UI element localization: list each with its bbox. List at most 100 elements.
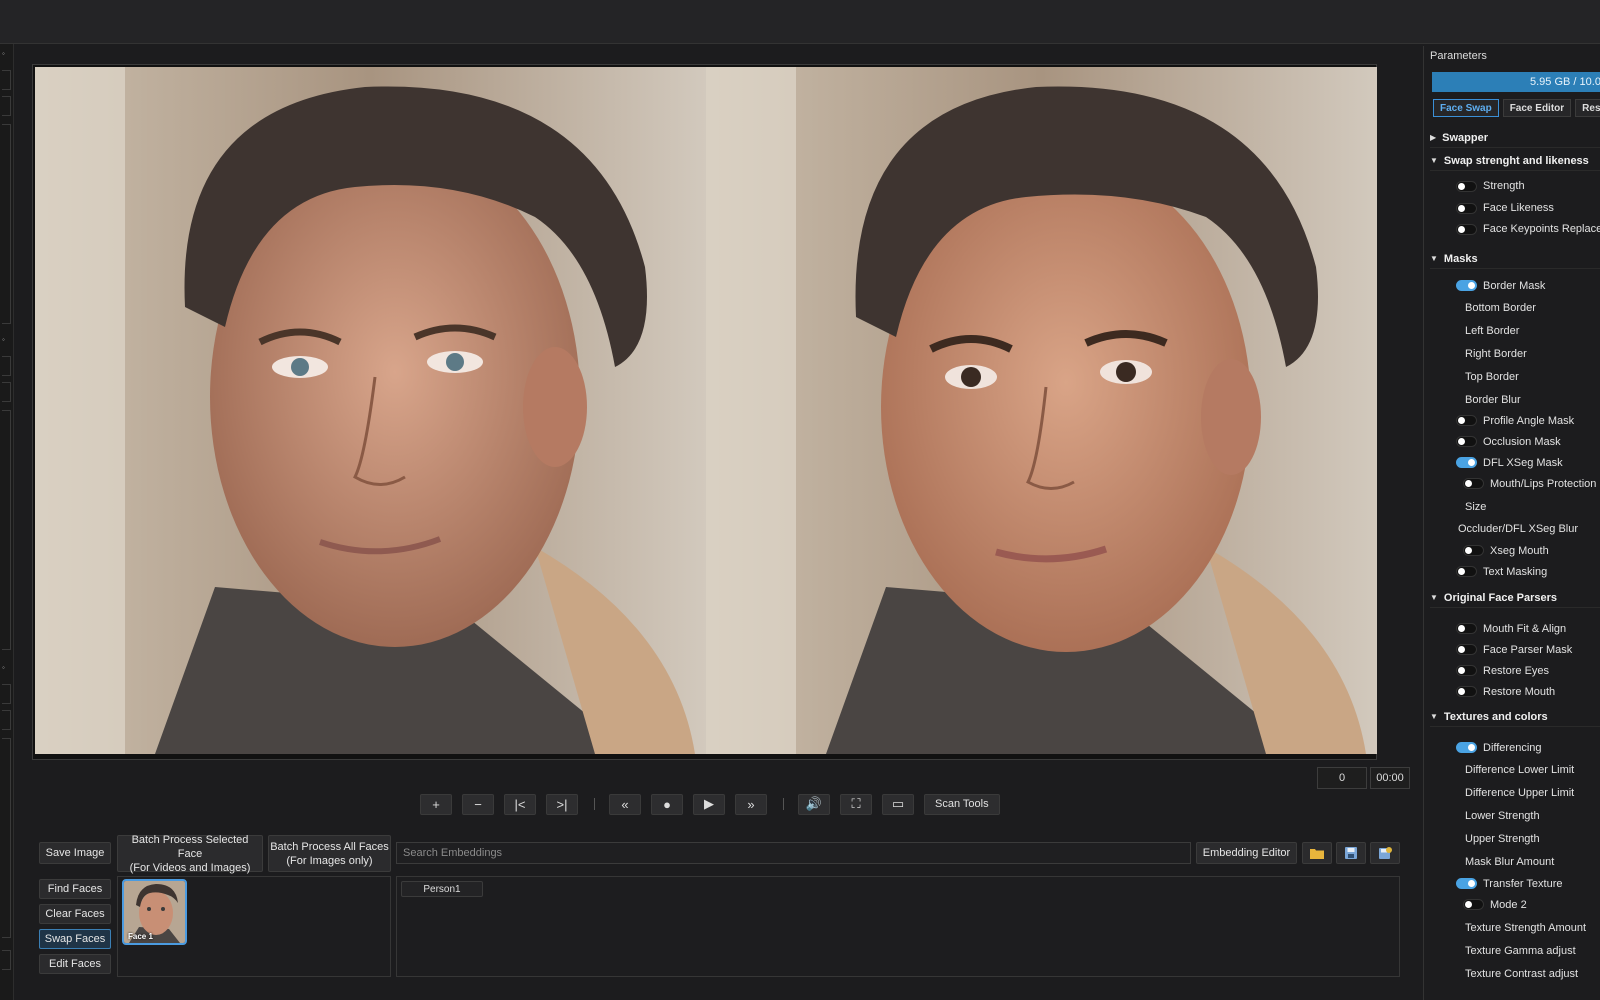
open-embeddings-button[interactable] [1302, 842, 1332, 864]
dock-tab[interactable] [2, 738, 11, 938]
play-button[interactable]: ▶ [693, 793, 725, 815]
collapse-arrow-icon: ▼ [1430, 712, 1438, 721]
folder-icon [1310, 849, 1324, 859]
texture-contrast-slider[interactable]: Texture Contrast adjust [1465, 968, 1600, 980]
texture-gamma-slider[interactable]: Texture Gamma adjust [1465, 945, 1600, 957]
volume-button[interactable]: 🔊 [798, 793, 830, 815]
media-viewer[interactable] [32, 64, 1377, 760]
save-embeddings-button[interactable] [1336, 842, 1366, 864]
dock-pin-icon[interactable]: ◦ [2, 50, 10, 58]
dock-tab[interactable] [2, 70, 11, 90]
restore-mouth-label: Restore Mouth [1483, 686, 1556, 698]
section-swap-strength-label: Swap strenght and likeness [1443, 154, 1589, 167]
dock-tab[interactable] [2, 684, 11, 704]
swap-faces-button[interactable]: Swap Faces [39, 929, 111, 949]
dock-tab[interactable] [2, 710, 11, 730]
fit-view-button[interactable]: ▭ [882, 793, 914, 815]
left-border-slider[interactable]: Left Border [1465, 325, 1600, 337]
find-faces-button[interactable]: Find Faces [39, 879, 111, 899]
save-image-button[interactable]: Save Image [39, 842, 111, 864]
top-border-slider[interactable]: Top Border [1465, 371, 1600, 383]
strength-toggle[interactable] [1456, 181, 1477, 192]
section-swapper[interactable]: ▶ Swapper [1430, 128, 1600, 148]
skip-start-icon: |< [514, 796, 526, 812]
restore-mouth-toggle[interactable] [1456, 686, 1477, 697]
face-likeness-toggle[interactable] [1456, 203, 1477, 214]
dock-tab[interactable] [2, 950, 11, 970]
section-original-face-parsers[interactable]: ▼ Original Face Parsers [1430, 588, 1600, 608]
tab-face-swap[interactable]: Face Swap [1433, 99, 1499, 117]
section-masks[interactable]: ▼ Masks [1430, 249, 1600, 269]
face-parser-mask-toggle[interactable] [1456, 644, 1477, 655]
volume-icon: 🔊 [805, 796, 823, 811]
border-mask-toggle[interactable] [1456, 280, 1477, 291]
save-icon [1345, 847, 1357, 859]
profile-angle-mask-label: Profile Angle Mask [1483, 415, 1575, 427]
dfl-xseg-mask-toggle[interactable] [1456, 457, 1477, 468]
batch-all-sublabel: (For Images only) [286, 854, 373, 867]
next-marker-button[interactable]: >| [546, 793, 578, 815]
plus-icon: + [432, 796, 440, 812]
mode2-toggle[interactable] [1463, 899, 1484, 910]
clear-faces-button[interactable]: Clear Faces [39, 904, 111, 924]
restore-eyes-label: Restore Eyes [1483, 665, 1550, 677]
size-slider[interactable]: Size [1465, 501, 1600, 513]
xseg-mouth-label: Xseg Mouth [1490, 545, 1549, 557]
upper-strength-slider[interactable]: Upper Strength [1465, 833, 1600, 845]
dock-tab[interactable] [2, 356, 11, 376]
bottom-border-slider[interactable]: Bottom Border [1465, 302, 1600, 314]
record-button[interactable]: ● [651, 793, 683, 815]
texture-strength-slider[interactable]: Texture Strength Amount [1465, 922, 1600, 934]
frame-number-input[interactable]: 0 [1317, 767, 1367, 789]
scan-tools-button[interactable]: Scan Tools [924, 793, 1000, 815]
transfer-texture-toggle[interactable] [1456, 878, 1477, 889]
tab-face-editor[interactable]: Face Editor [1502, 99, 1572, 117]
section-swap-strength[interactable]: ▼ Swap strenght and likeness [1430, 151, 1600, 171]
border-blur-slider[interactable]: Border Blur [1465, 394, 1600, 406]
mouth-fit-toggle[interactable] [1456, 623, 1477, 634]
text-masking-toggle[interactable] [1456, 566, 1477, 577]
dock-tab[interactable] [2, 382, 11, 402]
dock-pin-icon[interactable]: ◦ [2, 664, 10, 672]
dock-pin-icon[interactable]: ◦ [2, 336, 10, 344]
face-thumbnail[interactable]: Face 1 [122, 879, 187, 945]
section-textures-colors[interactable]: ▼ Textures and colors [1430, 707, 1600, 727]
difference-lower-limit-slider[interactable]: Difference Lower Limit [1465, 764, 1600, 776]
right-border-slider[interactable]: Right Border [1465, 348, 1600, 360]
prev-marker-button[interactable]: |< [504, 793, 536, 815]
batch-process-all-button[interactable]: Batch Process All Faces (For Images only… [268, 835, 391, 872]
profile-angle-mask-toggle[interactable] [1456, 415, 1477, 426]
difference-upper-limit-slider[interactable]: Difference Upper Limit [1465, 787, 1600, 799]
edit-faces-button[interactable]: Edit Faces [39, 954, 111, 974]
fullscreen-button[interactable]: ⛶ [840, 793, 872, 815]
dock-tab[interactable] [2, 410, 11, 650]
fit-view-icon: ▭ [891, 796, 905, 811]
xseg-mouth-toggle[interactable] [1463, 545, 1484, 556]
rewind-button[interactable]: « [609, 793, 641, 815]
lower-strength-slider[interactable]: Lower Strength [1465, 810, 1600, 822]
tab-restorers[interactable]: Resto [1575, 99, 1600, 117]
add-marker-button[interactable]: + [420, 793, 452, 815]
save-as-embeddings-button[interactable] [1370, 842, 1400, 864]
fast-forward-button[interactable]: » [735, 793, 767, 815]
dock-tab[interactable] [2, 124, 11, 324]
occluder-blur-slider[interactable]: Occluder/DFL XSeg Blur [1458, 523, 1600, 535]
embedding-chip-person1[interactable]: Person1 [401, 881, 483, 897]
restore-eyes-toggle[interactable] [1456, 665, 1477, 676]
batch-process-selected-button[interactable]: Batch Process Selected Face (For Videos … [117, 834, 263, 874]
expand-arrow-icon: ▶ [1430, 133, 1437, 142]
face-thumbnail-label: Face 1 [128, 932, 153, 941]
mode2-label: Mode 2 [1490, 899, 1527, 911]
dfl-xseg-mask-label: DFL XSeg Mask [1483, 457, 1563, 469]
mouth-lips-protection-toggle[interactable] [1463, 478, 1484, 489]
collapse-arrow-icon: ▼ [1430, 593, 1438, 602]
differencing-toggle[interactable] [1456, 742, 1477, 753]
search-embeddings-input[interactable] [396, 842, 1191, 864]
remove-marker-button[interactable]: − [462, 793, 494, 815]
occlusion-mask-toggle[interactable] [1456, 436, 1477, 447]
embedding-editor-button[interactable]: Embedding Editor [1196, 842, 1297, 864]
parameters-panel: Parameters 5.95 GB / 10.0 Face Swap Face… [1423, 46, 1600, 1000]
dock-tab[interactable] [2, 96, 11, 116]
face-keypoints-toggle[interactable] [1456, 224, 1477, 235]
mask-blur-amount-slider[interactable]: Mask Blur Amount [1465, 856, 1600, 868]
